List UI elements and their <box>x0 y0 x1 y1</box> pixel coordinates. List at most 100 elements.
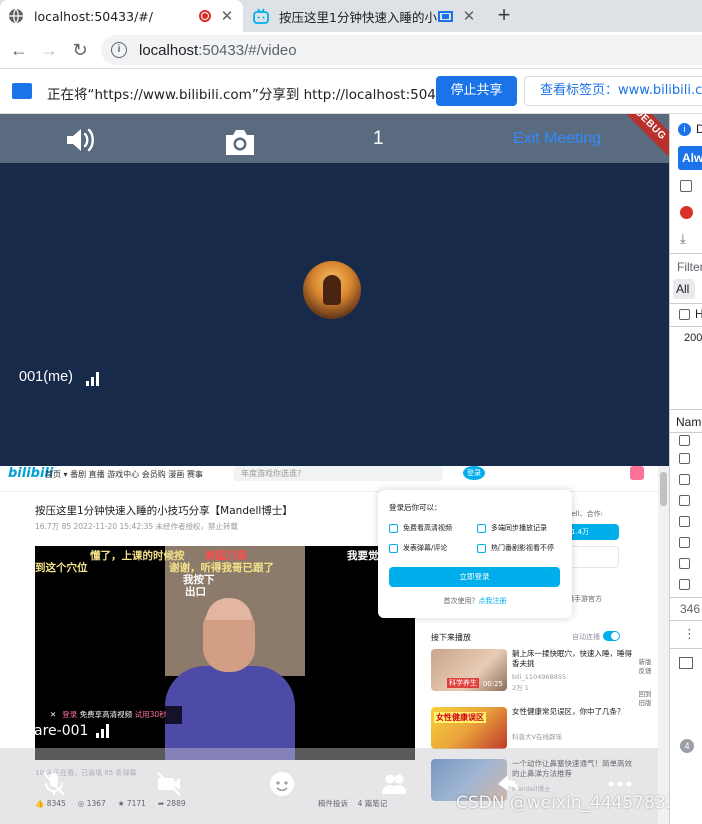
debug-ribbon: DEBUG <box>611 114 669 164</box>
report-link: 稿件投诉 <box>318 799 349 808</box>
video-author: bili_1104968855 <box>512 673 567 681</box>
video-thumbnail: 女性健康误区 <box>431 707 507 749</box>
globe-icon <box>9 8 23 24</box>
notes-link: 4 篇笔记 <box>357 799 388 808</box>
up-info: dell、合作: <box>567 510 603 518</box>
danmaku: 我要觉 <box>347 550 379 562</box>
exit-meeting-link[interactable]: Exit Meeting <box>513 130 601 148</box>
bilibili-login-avatar: 登录 <box>463 466 485 480</box>
reload-icon[interactable]: ↻ <box>69 39 91 61</box>
tab-bilibili[interactable]: 按压这里1分钟快速入睡的小 ✕ <box>245 0 485 32</box>
back-icon[interactable]: ← <box>8 39 30 61</box>
upload-icon <box>630 466 644 480</box>
danmaku: 到这个穴位 <box>35 562 88 574</box>
feedback-button: 新版反馈 <box>638 658 652 675</box>
login-popup-heading: 登录后你可以： <box>389 503 442 512</box>
tip-text: 免费享高清视频 <box>79 710 133 719</box>
danmaku: 出口 <box>185 586 206 598</box>
tip-login: 登录 <box>62 710 78 719</box>
close-tab-icon[interactable]: ✕ <box>219 7 235 25</box>
tab-localhost[interactable]: localhost:50433/#/ ✕ <box>0 0 243 32</box>
cast-icon <box>438 10 453 22</box>
avatar <box>303 261 361 319</box>
checkbox[interactable] <box>679 453 690 464</box>
bilibili-header: bilibili 首页 ▾ 番剧 直播 游戏中心 会员购 漫画 赛事 年度游戏你… <box>0 466 669 492</box>
tab-title: 按压这里1分钟快速入睡的小 <box>279 9 437 25</box>
close-tab-icon[interactable]: ✕ <box>461 7 477 25</box>
new-tab-button[interactable]: + <box>492 4 516 28</box>
console-sidebar-icon[interactable] <box>679 657 693 669</box>
checkbox[interactable] <box>679 579 690 590</box>
name-column-header: Name <box>676 415 702 429</box>
login-popup: 登录后你可以： 免费看高清视频 多端同步播放记录 发表弹幕/评论 热门番剧影视看… <box>378 490 572 618</box>
login-benefit: 多端同步播放记录 <box>477 523 547 533</box>
shared-screen-view: bilibili 首页 ▾ 番剧 直播 游戏中心 会员购 漫画 赛事 年度游戏你… <box>0 466 669 824</box>
register-prompt: 首次使用？点我注册 <box>443 597 507 605</box>
autoplay-toggle <box>603 631 620 641</box>
video-title: 女性健康常见误区，你中了几条？ <box>512 707 625 716</box>
register-link: 点我注册 <box>478 597 507 605</box>
inspect-icon[interactable] <box>680 180 692 192</box>
player-login-tip: ✕ 登录 免费享高清视频 试用30秒 <box>42 706 182 724</box>
share-message: 正在将“https://www.bilibili.com”分享到 http://… <box>47 87 454 103</box>
site-info-icon[interactable]: i <box>111 42 127 58</box>
always-button[interactable]: Alw <box>678 146 702 170</box>
tip-trial: 试用30秒 <box>134 710 167 719</box>
screen-share-icon <box>12 83 32 99</box>
search-placeholder: 年度游戏你选谁? <box>241 469 302 478</box>
devtools-panel: i D Alw ⤓ Filter All H 200 Name 346 ⋮ 4 <box>669 114 702 824</box>
video-author: 科普大V在线辟谣 <box>512 733 562 741</box>
tab-share-infobar: 正在将“https://www.bilibili.com”分享到 http://… <box>0 68 702 114</box>
signal-strength-icon <box>86 372 100 386</box>
checkbox[interactable] <box>679 495 690 506</box>
mic-off-icon[interactable] <box>40 770 68 798</box>
bilibili-nav: 首页 ▾ 番剧 直播 游戏中心 会员购 漫画 赛事 <box>45 470 203 479</box>
login-benefit: 发表弹幕/评论 <box>389 543 447 553</box>
login-benefit: 热门番剧影视看不停 <box>477 543 554 553</box>
close-icon: ✕ <box>50 710 57 719</box>
speaker-icon[interactable] <box>65 128 95 152</box>
forward-icon[interactable]: → <box>38 39 60 61</box>
filter-label: Filter <box>677 260 702 274</box>
bilibili-search-input: 年度游戏你选谁? <box>233 466 443 481</box>
video-off-icon[interactable] <box>155 770 183 798</box>
video-actions: 👍 8345 ◎ 1367 ★ 7171 ➦ 2889 稿件投诉 4 篇笔记 <box>35 799 388 808</box>
tab-title: localhost:50433/#/ <box>34 8 153 24</box>
video-presenter <box>165 576 295 760</box>
csdn-watermark: CSDN @weixin_44457832 <box>456 793 669 813</box>
stop-sharing-button[interactable]: 停止共享 <box>436 76 517 106</box>
timeline-label: 200 <box>684 332 702 344</box>
checkbox[interactable] <box>679 435 690 446</box>
checkbox[interactable] <box>679 516 690 527</box>
video-stats: 2万 1 <box>512 684 529 692</box>
camera-icon[interactable] <box>224 128 256 156</box>
view-tab-button[interactable]: 查看标签页：www.bilibili.com <box>524 76 702 106</box>
checkbox[interactable] <box>679 558 690 569</box>
address-bar[interactable]: i localhost:50433/#/video <box>101 35 702 65</box>
checkbox[interactable] <box>679 537 690 548</box>
tab-strip: localhost:50433/#/ ✕ 按压这里1分钟快速入睡的小 ✕ + <box>0 0 702 32</box>
filter-all-button[interactable]: All <box>673 279 695 299</box>
hd-icon <box>389 523 398 533</box>
more-options-icon[interactable]: ⋮ <box>683 626 696 642</box>
message-count-badge: 4 <box>680 739 694 753</box>
video-title: 按压这里1分钟快速入睡的小技巧分享【Mandell博士】 <box>35 505 293 517</box>
follow-button: 1.4万 <box>567 524 619 540</box>
checkbox[interactable] <box>679 309 690 320</box>
bilibili-icon <box>253 8 269 24</box>
play-icon <box>477 543 486 553</box>
recording-icon <box>199 10 211 22</box>
meeting-toolbar: 1 Exit Meeting DEBUG <box>0 114 669 164</box>
next-up-heading: 接下来播放 <box>431 633 471 642</box>
request-count: 346 <box>680 602 701 616</box>
download-icon[interactable]: ⤓ <box>680 231 686 247</box>
record-icon[interactable] <box>680 206 693 219</box>
checkbox[interactable] <box>679 474 690 485</box>
history-icon <box>477 523 486 533</box>
face-icon[interactable] <box>268 770 296 798</box>
video-player: 懂了，上课的时候按 美国刀哥 我要觉 到这个穴位 谢谢，听得我哥已跟了 我按下 … <box>35 546 415 760</box>
list-item: 科学养生 00:25 躺上床一揉快眠穴，快速入睡，睡得香夫挑 bili_1104… <box>431 649 651 693</box>
up-sub: 播手游官方 <box>567 595 602 603</box>
participants-icon[interactable] <box>380 770 408 798</box>
meeting-app: 1 Exit Meeting DEBUG 001(me) bilibili 首页… <box>0 114 669 824</box>
